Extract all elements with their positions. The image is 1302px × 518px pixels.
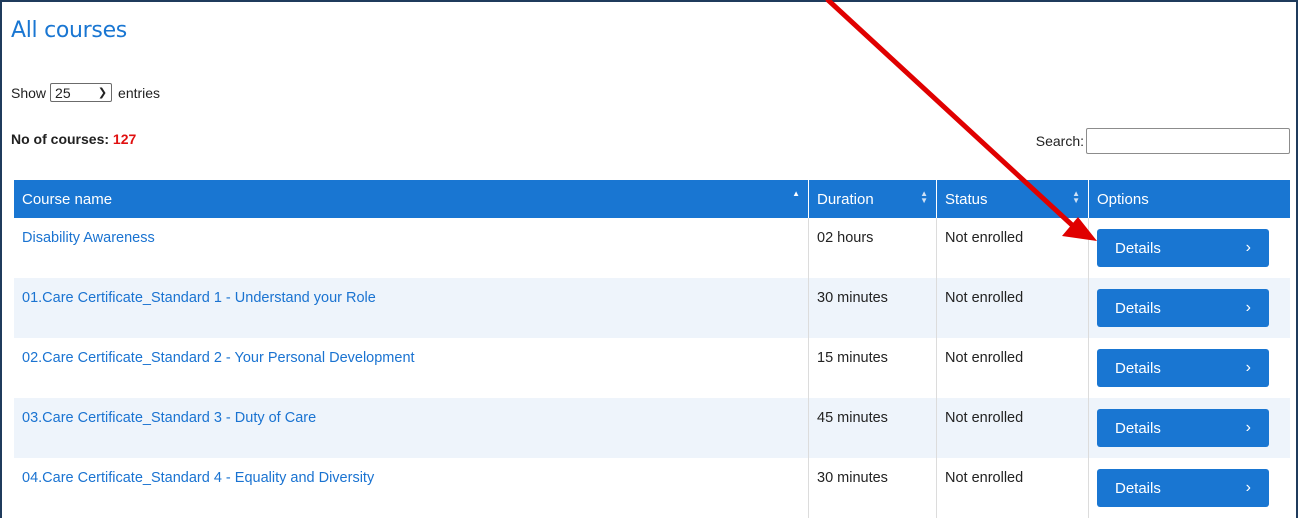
course-name-cell: 01.Care Certificate_Standard 1 - Underst… — [14, 278, 809, 338]
chevron-right-icon: › — [1245, 359, 1251, 376]
details-button[interactable]: Details › — [1097, 349, 1269, 387]
entries-label: entries — [118, 84, 161, 101]
course-link[interactable]: Disability Awareness — [22, 230, 155, 246]
sort-icon: ▲▼ — [920, 189, 928, 205]
status-cell: Not enrolled — [936, 398, 1089, 458]
search-label: Search: — [1035, 133, 1084, 149]
column-header-label: Options — [1097, 190, 1149, 208]
column-header-label: Duration — [817, 190, 874, 208]
column-header-options: Options — [1088, 180, 1290, 218]
status-cell: Not enrolled — [936, 278, 1089, 338]
details-button[interactable]: Details › — [1097, 229, 1269, 267]
sort-icon: ▲▼ — [1072, 189, 1080, 205]
course-link[interactable]: 03.Care Certificate_Standard 3 - Duty of… — [22, 410, 316, 426]
column-header-label: Status — [945, 190, 988, 208]
options-cell: Details › — [1088, 458, 1290, 518]
column-header-label: Course name — [22, 190, 113, 208]
course-link[interactable]: 04.Care Certificate_Standard 4 - Equalit… — [22, 470, 374, 486]
chevron-right-icon: › — [1245, 239, 1251, 256]
search-control: Search: — [1036, 128, 1290, 154]
table-row: 01.Care Certificate_Standard 1 - Underst… — [14, 278, 1290, 338]
page-title: All courses — [11, 18, 127, 43]
course-count: No of courses: 127 — [11, 131, 136, 147]
status-cell: Not enrolled — [936, 458, 1089, 518]
sort-icon: ▲▼ — [792, 189, 800, 198]
options-cell: Details › — [1088, 278, 1290, 338]
details-button[interactable]: Details › — [1097, 289, 1269, 327]
options-cell: Details › — [1088, 218, 1290, 278]
course-name-cell: 03.Care Certificate_Standard 3 - Duty of… — [14, 398, 809, 458]
show-label: Show — [11, 84, 47, 101]
column-header-duration[interactable]: Duration ▲ ▼ — [808, 180, 937, 218]
column-header-course-name[interactable]: Course name ▲▼ — [14, 180, 809, 218]
course-count-label: No of courses: — [11, 131, 110, 147]
duration-cell: 15 minutes — [808, 338, 937, 398]
options-cell: Details › — [1088, 338, 1290, 398]
courses-table: Course name ▲▼ Duration ▲▼ Status ▲▼ Opt… — [14, 180, 1290, 518]
course-link[interactable]: 01.Care Certificate_Standard 1 - Underst… — [22, 290, 376, 306]
entries-select-value: 25 — [55, 84, 71, 101]
status-cell: Not enrolled — [936, 338, 1089, 398]
table-row: 03.Care Certificate_Standard 3 - Duty of… — [14, 398, 1290, 458]
chevron-right-icon: › — [1245, 479, 1251, 496]
details-button[interactable]: Details › — [1097, 469, 1269, 507]
duration-cell: 02 hours — [808, 218, 937, 278]
details-button[interactable]: Details › — [1097, 409, 1269, 447]
table-row: 04.Care Certificate_Standard 4 - Equalit… — [14, 458, 1290, 518]
table-row: 02.Care Certificate_Standard 2 - Your Pe… — [14, 338, 1290, 398]
duration-cell: 45 minutes — [808, 398, 937, 458]
course-count-value: 127 — [112, 131, 137, 147]
duration-cell: 30 minutes — [808, 458, 937, 518]
course-link[interactable]: 02.Care Certificate_Standard 2 - Your Pe… — [22, 350, 415, 366]
course-name-cell: 02.Care Certificate_Standard 2 - Your Pe… — [14, 338, 809, 398]
details-button-label: Details — [1115, 359, 1161, 377]
status-cell: Not enrolled — [936, 218, 1089, 278]
details-button-label: Details — [1115, 479, 1161, 497]
options-cell: Details › — [1088, 398, 1290, 458]
chevron-right-icon: › — [1245, 299, 1251, 316]
entries-control: Show 25 ❯ entries — [11, 83, 160, 102]
details-button-label: Details — [1115, 239, 1161, 257]
details-button-label: Details — [1115, 299, 1161, 317]
chevron-down-icon: ❯ — [97, 87, 108, 99]
details-button-label: Details — [1115, 419, 1161, 437]
table-header-row: Course name ▲▼ Duration ▲▼ Status ▲▼ Opt… — [14, 180, 1290, 218]
column-header-status[interactable]: Status ▲ ▼ — [936, 180, 1089, 218]
duration-cell: 30 minutes — [808, 278, 937, 338]
chevron-right-icon: › — [1245, 419, 1251, 436]
table-row: Disability Awareness 02 hours Not enroll… — [14, 218, 1290, 278]
entries-select[interactable]: 25 ❯ — [50, 83, 113, 102]
course-name-cell: 04.Care Certificate_Standard 4 - Equalit… — [14, 458, 809, 518]
search-input[interactable] — [1086, 128, 1290, 154]
course-name-cell: Disability Awareness — [14, 218, 809, 278]
